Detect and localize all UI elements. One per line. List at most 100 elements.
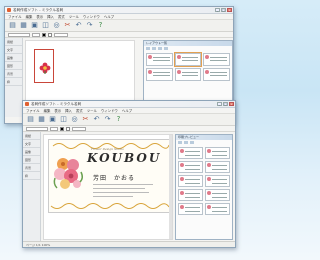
new-file-icon[interactable]: ▤ — [8, 21, 17, 31]
toolbar: ▤ ▦ ▣ ◫ ◎ ✂ ↶ ↷ ? — [5, 20, 233, 32]
business-card[interactable]: Flower Design Studio KOUBOU 芳田 かおる — [48, 139, 170, 213]
card-thumb[interactable] — [205, 147, 230, 159]
color-black-swatch[interactable] — [60, 126, 64, 131]
print-icon[interactable]: ◫ — [41, 21, 50, 31]
font-select[interactable] — [8, 32, 30, 37]
panel-tool-icon[interactable] — [184, 141, 188, 144]
card-thumb[interactable] — [178, 203, 203, 215]
card-thumb[interactable] — [205, 203, 230, 215]
side-item-text[interactable]: 文字 — [23, 140, 40, 148]
open-folder-icon[interactable]: ▦ — [37, 115, 46, 125]
card-thumb[interactable] — [205, 175, 230, 187]
preview-icon[interactable]: ◎ — [70, 115, 79, 125]
layout-thumb[interactable] — [146, 68, 173, 81]
font-size-select[interactable] — [50, 126, 58, 131]
color-black-swatch[interactable] — [42, 32, 46, 37]
side-item-image[interactable]: 画像 — [5, 54, 22, 62]
panel-tool-icon[interactable] — [178, 141, 182, 144]
menu-insert[interactable]: 挿入 — [47, 14, 54, 19]
flower-icon — [39, 62, 51, 74]
menu-format[interactable]: 書式 — [76, 108, 83, 113]
undo-icon[interactable]: ↶ — [74, 21, 83, 31]
menu-window[interactable]: ウィンドウ — [101, 108, 118, 113]
open-folder-icon[interactable]: ▦ — [19, 21, 28, 31]
layout-thumb[interactable] — [203, 68, 230, 81]
help-icon[interactable]: ? — [114, 115, 123, 125]
menu-edit[interactable]: 編集 — [44, 108, 51, 113]
card-info-line — [93, 196, 133, 197]
close-button[interactable]: × — [227, 8, 232, 12]
window-title: 名刺作成ソフト - ミラクル名刺 — [13, 8, 64, 12]
card-thumb[interactable] — [178, 147, 203, 159]
menu-format[interactable]: 書式 — [58, 14, 65, 19]
color-white-swatch[interactable] — [48, 32, 52, 37]
menu-file[interactable]: ファイル — [26, 108, 40, 113]
side-item-shape[interactable]: 図形 — [23, 156, 40, 164]
format-bar — [23, 126, 235, 132]
maximize-button[interactable]: □ — [223, 102, 228, 106]
side-item-background[interactable]: 背景 — [5, 70, 22, 78]
save-icon[interactable]: ▣ — [30, 21, 39, 31]
cut-icon[interactable]: ✂ — [81, 115, 90, 125]
card-thumb[interactable] — [178, 161, 203, 173]
card-company: KOUBOU — [87, 151, 162, 165]
minimize-button[interactable]: _ — [217, 102, 222, 106]
layout-thumb[interactable] — [173, 52, 203, 67]
layout-thumb[interactable] — [203, 53, 230, 66]
redo-icon[interactable]: ↷ — [103, 115, 112, 125]
side-item-image[interactable]: 画像 — [23, 148, 40, 156]
title-bar: 名刺作成ソフト - ミラクル名刺 _ □ × — [23, 101, 235, 108]
card-thumb[interactable] — [178, 175, 203, 187]
menu-tools[interactable]: ツール — [69, 14, 79, 19]
font-size-select[interactable] — [32, 32, 40, 37]
card-preview-vertical[interactable] — [34, 49, 54, 83]
side-item-frame[interactable]: 枠 — [5, 78, 22, 86]
panel-tool-icon[interactable] — [146, 47, 150, 50]
new-file-icon[interactable]: ▤ — [26, 115, 35, 125]
menu-view[interactable]: 表示 — [36, 14, 43, 19]
menu-insert[interactable]: 挿入 — [65, 108, 72, 113]
layout-thumb[interactable] — [174, 68, 202, 81]
save-icon[interactable]: ▣ — [48, 115, 57, 125]
preview-icon[interactable]: ◎ — [52, 21, 61, 31]
redo-icon[interactable]: ↷ — [85, 21, 94, 31]
style-select[interactable] — [72, 126, 86, 131]
side-item-shape[interactable]: 図形 — [5, 62, 22, 70]
side-item-frame[interactable]: 枠 — [23, 172, 40, 180]
card-thumb[interactable] — [205, 189, 230, 201]
app-logo-icon — [7, 8, 11, 12]
close-button[interactable]: × — [229, 102, 234, 106]
font-select[interactable] — [26, 126, 48, 131]
undo-icon[interactable]: ↶ — [92, 115, 101, 125]
menu-help[interactable]: ヘルプ — [104, 14, 114, 19]
cut-icon[interactable]: ✂ — [63, 21, 72, 31]
design-canvas[interactable]: Flower Design Studio KOUBOU 芳田 かおる — [43, 134, 173, 240]
style-select[interactable] — [54, 32, 68, 37]
flower-bouquet-icon — [53, 158, 84, 189]
title-bar: 名刺作成ソフト - ミラクル名刺 _ □ × — [5, 7, 233, 14]
card-thumb[interactable] — [205, 161, 230, 173]
menu-file[interactable]: ファイル — [8, 14, 22, 19]
panel-tool-icon[interactable] — [190, 141, 194, 144]
maximize-button[interactable]: □ — [221, 8, 226, 12]
side-item-paper[interactable]: 用紙 — [23, 132, 40, 140]
menu-edit[interactable]: 編集 — [26, 14, 33, 19]
print-icon[interactable]: ◫ — [59, 115, 68, 125]
menu-view[interactable]: 表示 — [54, 108, 61, 113]
menu-help[interactable]: ヘルプ — [122, 108, 132, 113]
side-item-text[interactable]: 文字 — [5, 46, 22, 54]
color-white-swatch[interactable] — [66, 126, 70, 131]
panel-tool-icon[interactable] — [158, 47, 162, 50]
panel-tool-icon[interactable] — [164, 47, 168, 50]
menu-window[interactable]: ウィンドウ — [83, 14, 100, 19]
panel-tool-icon[interactable] — [152, 47, 156, 50]
layout-thumbnails — [144, 51, 232, 83]
help-icon[interactable]: ? — [96, 21, 105, 31]
menu-tools[interactable]: ツール — [87, 108, 97, 113]
card-thumb[interactable] — [178, 189, 203, 201]
canvas-scrollbar[interactable] — [169, 135, 172, 239]
side-item-background[interactable]: 背景 — [23, 164, 40, 172]
side-item-paper[interactable]: 用紙 — [5, 38, 22, 46]
minimize-button[interactable]: _ — [215, 8, 220, 12]
layout-thumb[interactable] — [146, 53, 173, 66]
